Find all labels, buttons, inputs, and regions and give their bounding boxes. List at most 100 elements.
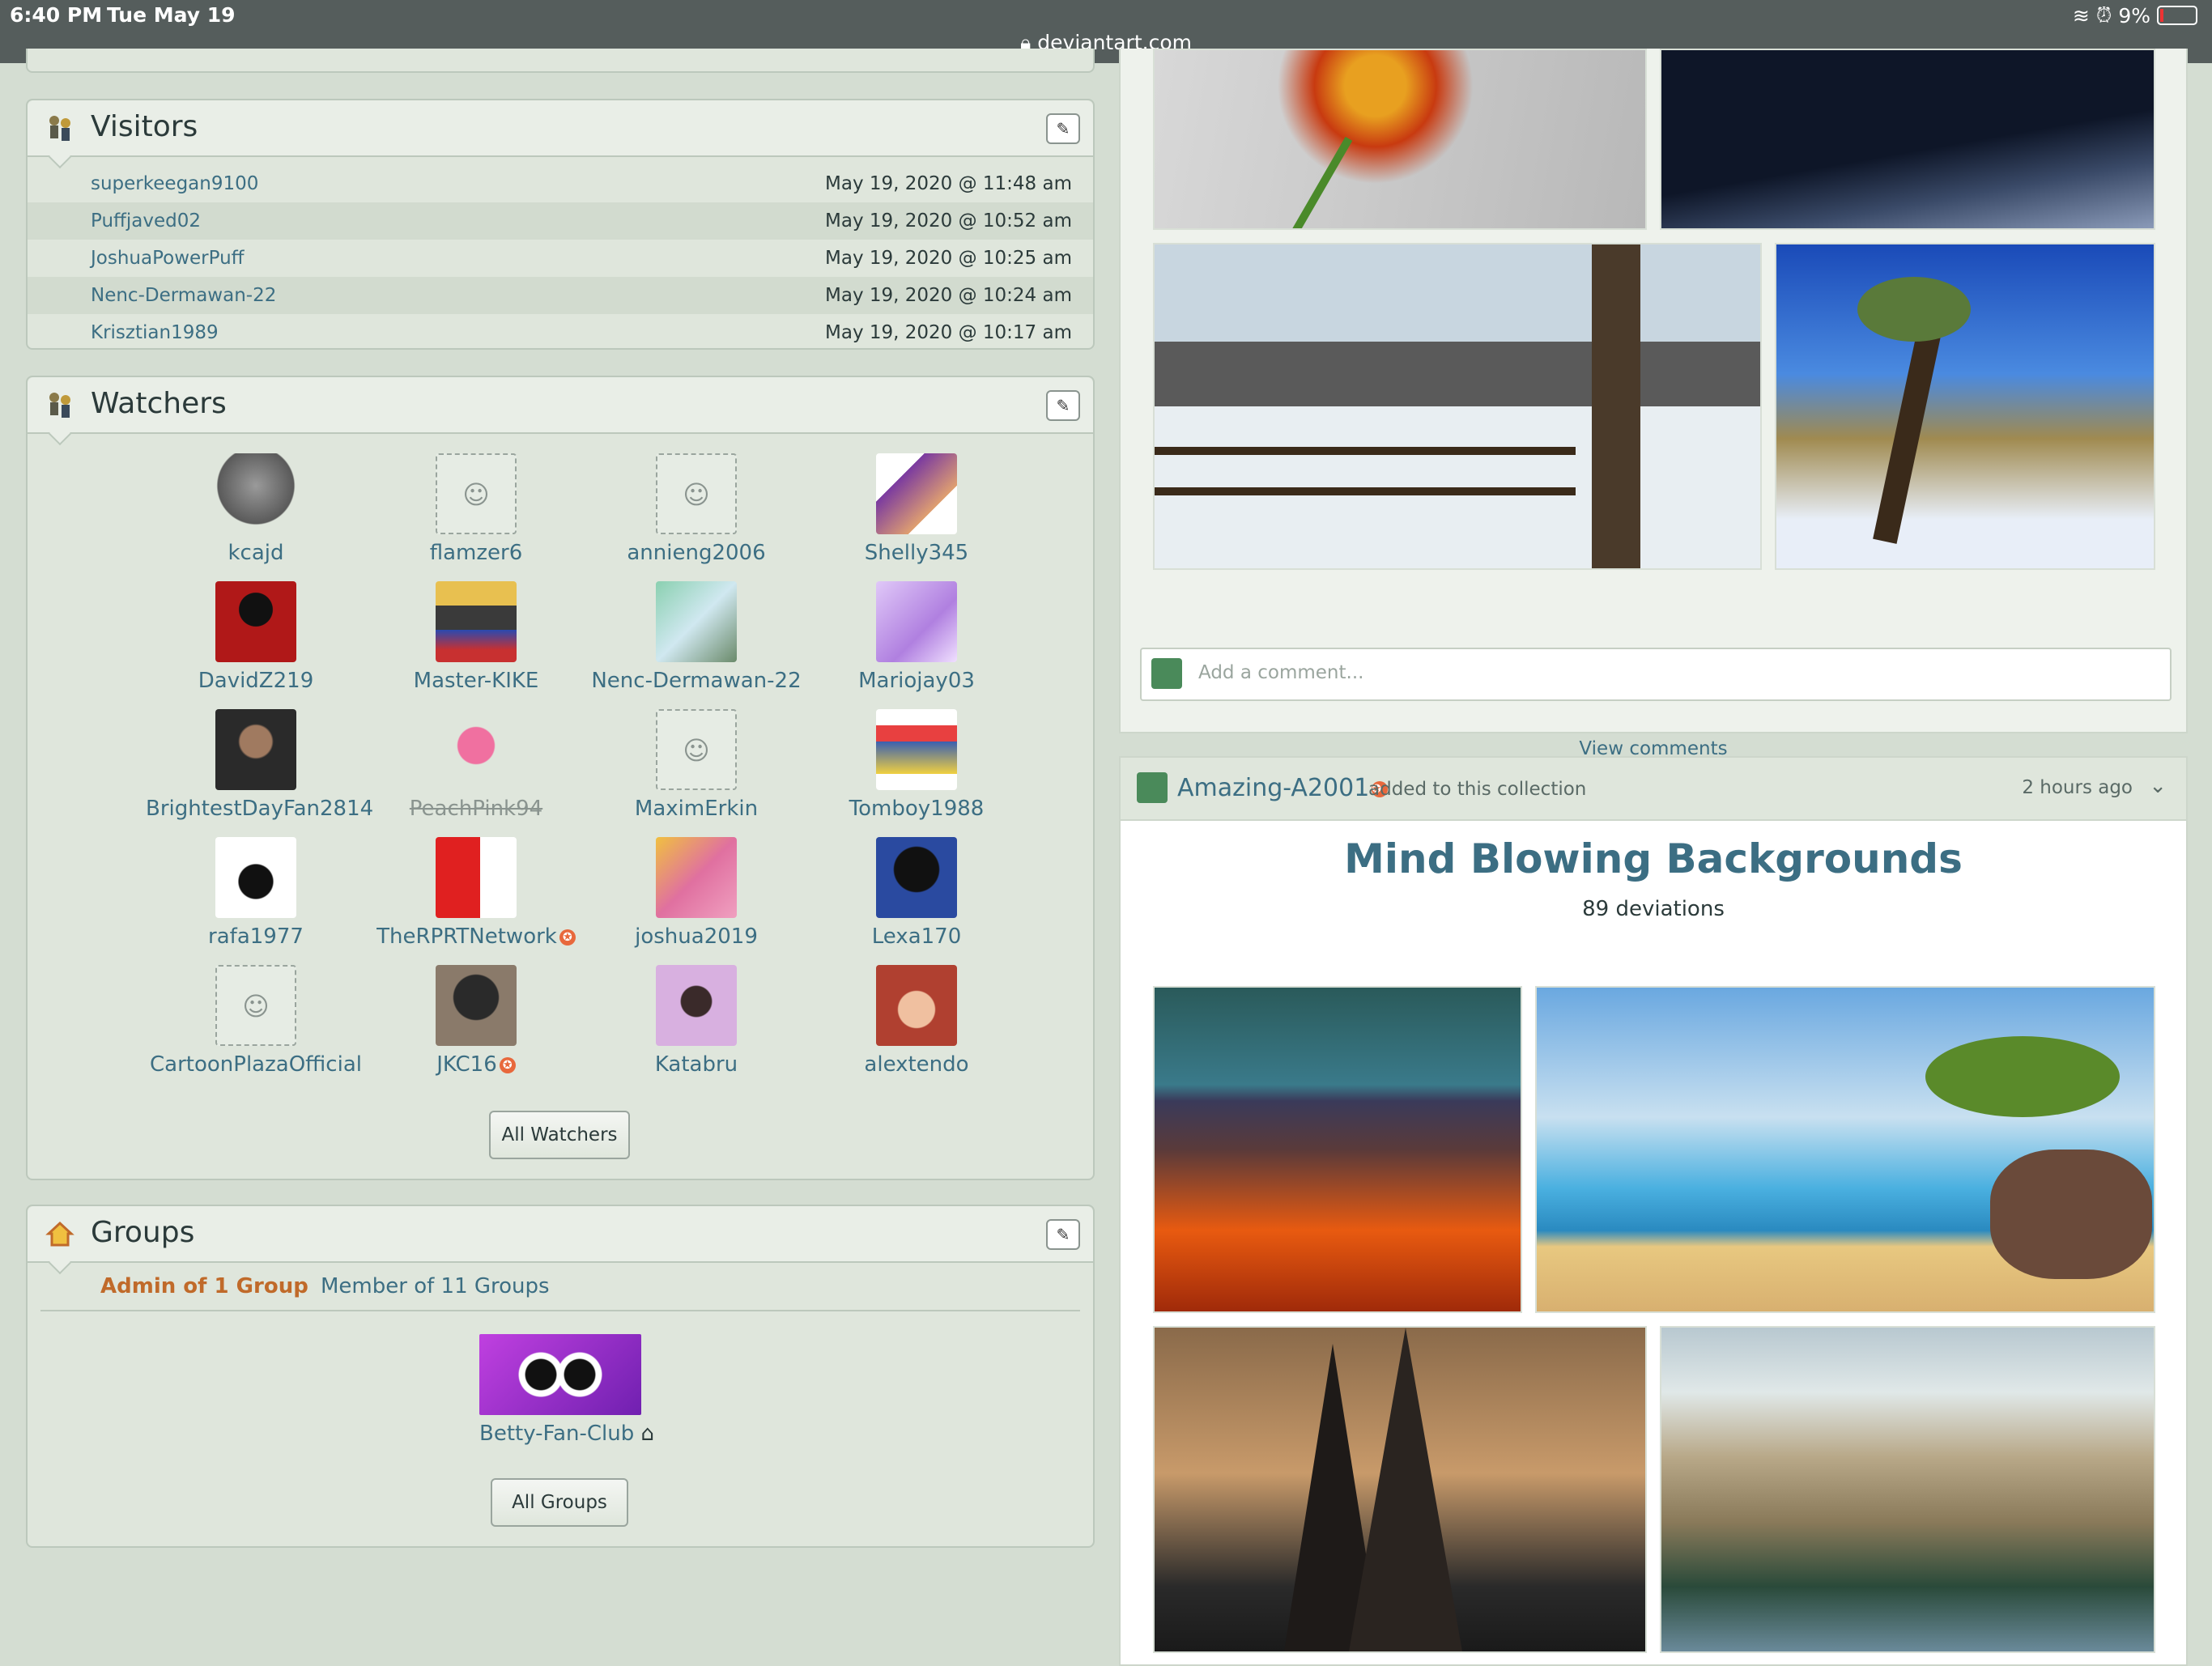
visitor-name[interactable]: Nenc-Dermawan-22	[91, 285, 276, 306]
avatar	[656, 837, 737, 918]
watcher-name: joshua2019	[635, 924, 758, 949]
watcher-item[interactable]: Shelly345	[806, 453, 1027, 565]
visitor-name[interactable]: Krisztian1989	[91, 322, 219, 343]
tab-member-groups[interactable]: Member of 11 Groups	[321, 1274, 550, 1298]
avatar	[876, 581, 957, 662]
watchers-title: Watchers	[91, 387, 227, 420]
avatar	[656, 453, 737, 534]
watcher-item[interactable]: Lexa170	[806, 837, 1027, 949]
alarm-icon: ⏰︎	[2095, 3, 2112, 27]
watcher-item[interactable]: kcajd	[146, 453, 366, 565]
wifi-icon: ≋	[2072, 3, 2090, 28]
header-notch	[48, 422, 72, 446]
comment-placeholder: Add a comment...	[1198, 662, 1364, 683]
watcher-item[interactable]: JKC16 ✪	[366, 965, 586, 1077]
watcher-item[interactable]: alextendo	[806, 965, 1027, 1077]
watcher-item[interactable]: TheRPRTNetwork ✪	[366, 837, 586, 949]
avatar	[436, 581, 517, 662]
gallery-thumbnail[interactable]	[1153, 1326, 1647, 1653]
watcher-name: JKC16 ✪	[366, 1052, 586, 1077]
gallery-thumbnail[interactable]	[1153, 986, 1522, 1313]
gallery-thumbnail[interactable]	[1153, 243, 1762, 570]
all-watchers-button[interactable]: All Watchers	[489, 1111, 630, 1159]
watcher-name: Tomboy1988	[849, 797, 985, 821]
tab-admin-groups[interactable]: Admin of 1 Group	[100, 1274, 308, 1298]
watcher-item[interactable]: Nenc-Dermawan-22	[586, 581, 806, 693]
avatar	[876, 709, 957, 790]
watcher-item[interactable]: flamzer6	[366, 453, 586, 565]
visitors-box: Visitors ✎ superkeegan9100 May 19, 2020 …	[26, 99, 1095, 350]
watcher-item[interactable]: joshua2019	[586, 837, 806, 949]
watcher-name: CartoonPlazaOfficial	[150, 1052, 362, 1077]
rock	[1990, 1150, 2152, 1279]
gallery-thumbnail[interactable]	[1153, 49, 1647, 230]
header-notch	[48, 1251, 72, 1275]
tree-crown	[1857, 277, 1971, 342]
comment-input[interactable]: Add a comment...	[1140, 648, 2172, 701]
fence-rail	[1155, 487, 1576, 495]
core-badge-icon: ✪	[559, 929, 576, 946]
watcher-name-text: TheRPRTNetwork	[376, 924, 557, 949]
watcher-name: Katabru	[654, 1052, 738, 1077]
edit-groups-button[interactable]: ✎	[1046, 1219, 1080, 1250]
visitor-time: May 19, 2020 @ 10:24 am	[825, 285, 1072, 306]
avatar	[436, 965, 517, 1046]
watcher-name: flamzer6	[429, 541, 523, 565]
watcher-item[interactable]: DavidZ219	[146, 581, 366, 693]
watcher-item[interactable]: CartoonPlazaOfficial	[146, 965, 366, 1077]
edit-watchers-button[interactable]: ✎	[1046, 390, 1080, 421]
visitor-name[interactable]: JoshuaPowerPuff	[91, 248, 245, 269]
all-groups-button[interactable]: All Groups	[491, 1478, 628, 1527]
collection-user[interactable]: Amazing-A2001 ✪	[1177, 774, 1389, 802]
visitor-time: May 19, 2020 @ 10:52 am	[825, 210, 1072, 232]
watcher-item[interactable]: Tomboy1988	[806, 709, 1027, 821]
visitor-name[interactable]: Puffjaved02	[91, 210, 201, 232]
collection-user-text: Amazing-A2001	[1177, 774, 1370, 802]
watcher-item[interactable]: MaximErkin	[586, 709, 806, 821]
avatar	[656, 965, 737, 1046]
avatar	[436, 453, 517, 534]
core-badge-icon: ✪	[499, 1056, 516, 1073]
watcher-name: rafa1977	[208, 924, 304, 949]
group-name-text: Betty-Fan-Club	[479, 1422, 635, 1446]
visitor-time: May 19, 2020 @ 10:25 am	[825, 248, 1072, 269]
battery-percent: 9%	[2118, 3, 2150, 28]
group-item[interactable]: Betty-Fan-Club ⌂	[479, 1334, 654, 1446]
gallery-thumbnail[interactable]	[1660, 1326, 2155, 1653]
people-icon	[49, 116, 70, 141]
gallery-thumbnail[interactable]	[1535, 986, 2155, 1313]
watcher-name: Shelly345	[864, 541, 969, 565]
edit-visitors-button[interactable]: ✎	[1046, 113, 1080, 144]
visitor-name[interactable]: superkeegan9100	[91, 173, 258, 194]
watcher-item[interactable]: annieng2006	[586, 453, 806, 565]
watcher-name: Nenc-Dermawan-22	[591, 669, 802, 693]
house-icon	[45, 1221, 74, 1247]
watcher-item[interactable]: Master-KIKE	[366, 581, 586, 693]
collection-title[interactable]: Mind Blowing Backgrounds	[1121, 835, 2186, 882]
gallery-thumbnail[interactable]	[1775, 243, 2155, 570]
visitors-title: Visitors	[91, 110, 198, 143]
watcher-name: Lexa170	[871, 924, 962, 949]
avatar	[215, 453, 296, 534]
watcher-item[interactable]: Katabru	[586, 965, 806, 1077]
visitor-row: superkeegan9100 May 19, 2020 @ 11:48 am	[28, 165, 1093, 202]
visitor-row: Nenc-Dermawan-22 May 19, 2020 @ 10:24 am	[28, 277, 1093, 314]
previous-box-bottom	[26, 49, 1095, 73]
watcher-item[interactable]: rafa1977	[146, 837, 366, 949]
gallery-panel: Add a comment... View comments	[1119, 49, 2188, 759]
pencil-icon: ✎	[1056, 119, 1070, 138]
deviation-count: 89 deviations	[1582, 897, 1725, 921]
fence-rail	[1155, 447, 1576, 455]
chevron-down-icon[interactable]: ⌄	[2149, 774, 2167, 798]
watcher-item[interactable]: BrightestDayFan2814	[146, 709, 373, 821]
watcher-item[interactable]: Mariojay03	[806, 581, 1027, 693]
gallery-thumbnail[interactable]	[1660, 49, 2155, 230]
watcher-name: TheRPRTNetwork ✪	[366, 924, 586, 949]
watcher-item[interactable]: PeachPink94	[366, 709, 586, 821]
watcher-name: MaximErkin	[634, 797, 759, 821]
clock: 6:40 PM	[10, 3, 103, 27]
user-avatar	[1137, 772, 1168, 803]
user-avatar	[1151, 658, 1182, 689]
house-icon: ⌂	[640, 1422, 655, 1446]
groups-header: Groups ✎	[28, 1206, 1093, 1275]
